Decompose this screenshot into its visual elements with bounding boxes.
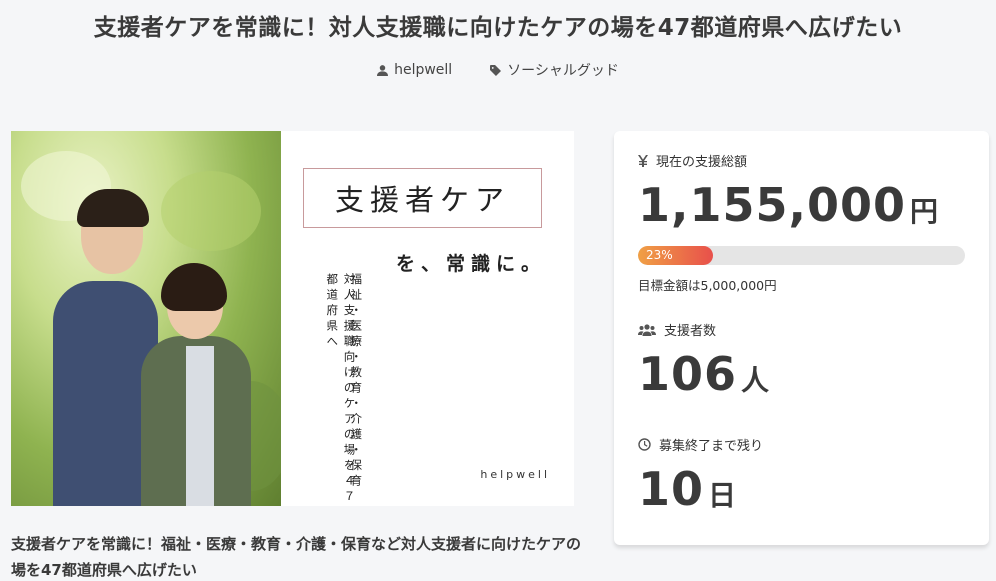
poster-headline: 支援者ケア (303, 168, 542, 228)
photo-man-hair (77, 189, 149, 227)
poster-tagline: を、常識に。 (395, 253, 546, 275)
remaining-number: 10 (638, 462, 705, 516)
hero-image: 支援者ケア を、常識に。 福祉・医療・教育・介護・保育 対人支援職向けのケアの場… (11, 131, 574, 506)
funding-stats-card: 現在の支援総額 1,155,000 円 23% 目標金額は5,000,000円 支… (614, 131, 989, 545)
clock-icon (638, 438, 651, 451)
project-description: 支援者ケアを常識に！福祉・医療・教育・介護・保育など対人支援者に向けたケアの場を… (11, 535, 582, 579)
total-amount-unit: 円 (910, 195, 939, 228)
user-icon (377, 64, 389, 76)
project-meta: helpwell ソーシャルグッド (0, 60, 996, 80)
supporters-label-text: 支援者数 (664, 324, 717, 339)
photo-woman-shirt (186, 346, 214, 506)
users-icon (638, 323, 656, 336)
category-name: ソーシャルグッド (507, 63, 619, 79)
photo-woman-hair (161, 263, 227, 311)
poster-column-mission: 対人支援職向けのケアの場を４７都道府県へ (325, 273, 357, 506)
supporters-label: 支援者数 (638, 320, 716, 339)
remaining-value: 10 日 (638, 462, 736, 516)
poster-brand: helpwell (480, 468, 550, 481)
total-amount-label-text: 現在の支援総額 (656, 155, 748, 170)
author-link[interactable]: helpwell (377, 60, 452, 80)
remaining-label-text: 募集終了まで残り (659, 439, 764, 454)
tag-icon (490, 64, 502, 76)
photo-bokeh (161, 171, 261, 251)
remaining-unit: 日 (708, 479, 737, 512)
category-link[interactable]: ソーシャルグッド (490, 60, 619, 80)
hero-photo (11, 131, 281, 506)
supporters-unit: 人 (741, 364, 770, 397)
funding-progress-bar: 23% (638, 246, 965, 265)
remaining-label: 募集終了まで残り (638, 435, 763, 454)
page-title: 支援者ケアを常識に！対人支援職に向けたケアの場を47都道府県へ広げたい (93, 15, 903, 41)
total-amount-label: 現在の支援総額 (638, 151, 747, 170)
supporters-number: 106 (638, 347, 738, 401)
supporters-value: 106 人 (638, 347, 769, 401)
yen-icon (638, 154, 648, 167)
hero-poster: 支援者ケア を、常識に。 福祉・医療・教育・介護・保育 対人支援職向けのケアの場… (281, 131, 574, 506)
funding-progress-fill: 23% (638, 246, 714, 265)
total-amount-number: 1,155,000 (638, 178, 906, 232)
author-name: helpwell (394, 62, 453, 78)
total-amount-value: 1,155,000 円 (638, 178, 938, 232)
goal-amount: 目標金額は5,000,000円 (638, 278, 777, 293)
